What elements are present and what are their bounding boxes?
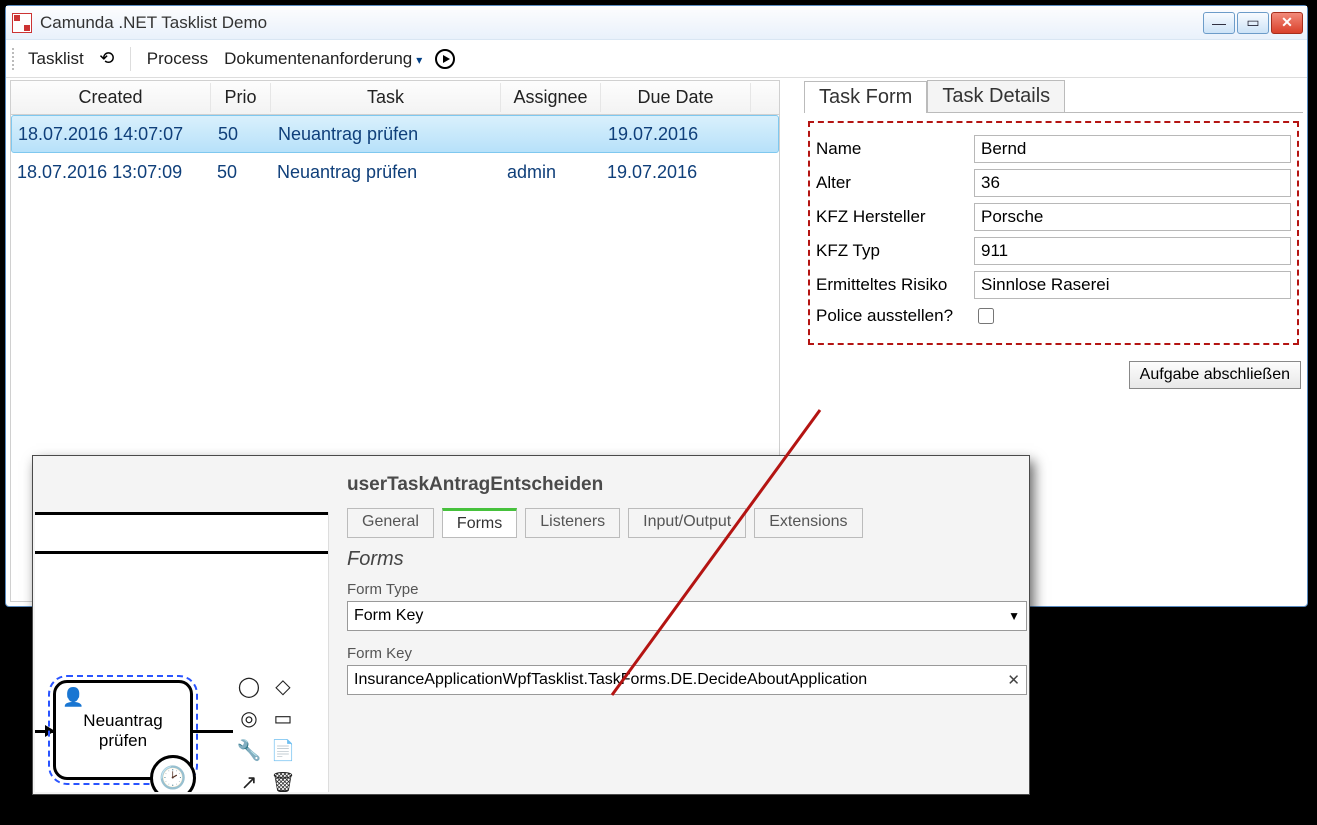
sequence-flow-in-icon (35, 730, 53, 733)
cell-due: 19.07.2016 (602, 121, 752, 148)
risk-field[interactable] (974, 271, 1291, 299)
app-icon (12, 13, 32, 33)
form-type-value: Form Key (354, 607, 423, 625)
cell-assignee (502, 131, 602, 137)
toolbar-grip-icon (12, 48, 16, 70)
lane-border (35, 512, 328, 554)
cell-due: 19.07.2016 (601, 159, 751, 186)
name-field[interactable] (974, 135, 1291, 163)
maker-label: KFZ Hersteller (816, 207, 974, 227)
refresh-icon[interactable]: ⟲ (96, 48, 118, 70)
tab-general[interactable]: General (347, 508, 434, 538)
form-type-select[interactable]: Form Key (347, 601, 1027, 631)
timer-icon: 🕑 (150, 755, 196, 792)
tab-input-output[interactable]: Input/Output (628, 508, 746, 538)
end-event-icon[interactable]: ◯ (235, 672, 263, 700)
col-due[interactable]: Due Date (601, 83, 751, 112)
type-label: KFZ Typ (816, 241, 974, 261)
complete-task-button[interactable]: Aufgabe abschließen (1129, 361, 1301, 389)
window-title: Camunda .NET Tasklist Demo (40, 13, 267, 33)
policy-checkbox[interactable] (978, 308, 994, 324)
col-task[interactable]: Task (271, 83, 501, 112)
play-icon[interactable] (434, 48, 456, 70)
tab-task-form[interactable]: Task Form (804, 81, 927, 113)
close-button[interactable]: ✕ (1271, 12, 1303, 34)
cell-task: Neuantrag prüfen (272, 121, 502, 148)
age-field[interactable] (974, 169, 1291, 197)
wrench-icon[interactable]: 🔧 (235, 736, 263, 764)
bpmn-diagram: 👤 Neuantrag prüfen 🕑 ◯ ◇ ◎ ▭ 🔧 📄 ↗ 🗑 (35, 512, 329, 792)
maximize-button[interactable]: ▭ (1237, 12, 1269, 34)
cell-created: 18.07.2016 13:07:09 (11, 159, 211, 186)
maker-field[interactable] (974, 203, 1291, 231)
trash-icon[interactable]: 🗑 (269, 768, 297, 792)
title-bar: Camunda .NET Tasklist Demo — ▭ ✕ (6, 6, 1307, 40)
process-dropdown[interactable]: Dokumentenanforderung (220, 47, 426, 71)
context-pad: ◯ ◇ ◎ ▭ 🔧 📄 ↗ 🗑 (235, 672, 299, 792)
cell-task: Neuantrag prüfen (271, 159, 501, 186)
tab-extensions[interactable]: Extensions (754, 508, 862, 538)
cell-assignee: admin (501, 159, 601, 186)
process-menu[interactable]: Process (143, 47, 212, 71)
table-row[interactable]: 18.07.2016 14:07:07 50 Neuantrag prüfen … (11, 115, 779, 153)
cell-created: 18.07.2016 14:07:07 (12, 121, 212, 148)
menu-bar: Tasklist ⟲ Process Dokumentenanforderung (6, 40, 1307, 78)
properties-popup: 👤 Neuantrag prüfen 🕑 ◯ ◇ ◎ ▭ 🔧 📄 ↗ 🗑 use… (32, 455, 1030, 795)
col-prio[interactable]: Prio (211, 83, 271, 112)
section-title: Forms (347, 548, 1011, 571)
intermediate-event-icon[interactable]: ◎ (235, 704, 263, 732)
bpmn-task-label: Neuantrag prüfen (83, 711, 162, 750)
minimize-button[interactable]: — (1203, 12, 1235, 34)
tab-forms[interactable]: Forms (442, 508, 517, 538)
grid-header: Created Prio Task Assignee Due Date (11, 81, 779, 115)
gateway-icon[interactable]: ◇ (269, 672, 297, 700)
task-form-highlight: Name Alter KFZ Hersteller KFZ Typ (808, 121, 1299, 345)
bpmn-user-task[interactable]: 👤 Neuantrag prüfen 🕑 (53, 680, 193, 780)
policy-label: Police ausstellen? (816, 306, 974, 326)
tasklist-menu[interactable]: Tasklist (24, 47, 88, 71)
tab-listeners[interactable]: Listeners (525, 508, 620, 538)
form-type-label: Form Type (347, 581, 1011, 598)
form-key-value: InsuranceApplicationWpfTasklist.TaskForm… (354, 671, 867, 689)
connect-icon[interactable]: ↗ (235, 768, 263, 792)
properties-panel: userTaskAntragEntscheiden General Forms … (331, 458, 1027, 792)
clear-icon[interactable]: ✕ (1007, 671, 1020, 689)
cell-prio: 50 (211, 159, 271, 186)
type-field[interactable] (974, 237, 1291, 265)
task-icon[interactable]: ▭ (269, 704, 297, 732)
form-key-label: Form Key (347, 645, 1011, 662)
risk-label: Ermitteltes Risiko (816, 275, 974, 295)
sequence-flow-out-icon (193, 730, 233, 733)
user-icon: 👤 (62, 687, 84, 709)
table-row[interactable]: 18.07.2016 13:07:09 50 Neuantrag prüfen … (11, 153, 779, 191)
name-label: Name (816, 139, 974, 159)
annotation-icon[interactable]: 📄 (269, 736, 297, 764)
age-label: Alter (816, 173, 974, 193)
element-id: userTaskAntragEntscheiden (347, 474, 1011, 496)
tab-task-details[interactable]: Task Details (927, 80, 1065, 112)
separator-icon (130, 47, 131, 71)
cell-prio: 50 (212, 121, 272, 148)
col-assignee[interactable]: Assignee (501, 83, 601, 112)
col-created[interactable]: Created (11, 83, 211, 112)
form-key-input[interactable]: InsuranceApplicationWpfTasklist.TaskForm… (347, 665, 1027, 695)
